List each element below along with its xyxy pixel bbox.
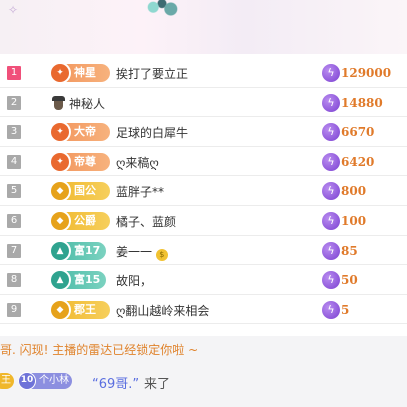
lightning-bolt-icon: ϟ	[322, 93, 340, 112]
ranking-row[interactable]: 9 ◆ 郡王 ღ翻山越岭来相会 ϟ5	[0, 295, 407, 325]
wealth-badge: ▲ 富15	[49, 269, 106, 292]
ranking-row[interactable]: 7 ▲ 富17 姜一一 $ ϟ 85	[0, 236, 407, 266]
rank-number: 8	[7, 273, 21, 288]
lightning-bolt-icon: ϟ	[322, 271, 340, 290]
score-value: 6420	[341, 154, 375, 169]
noble-badge-label: 神星	[74, 66, 96, 79]
lightning-bolt-icon: ϟ	[322, 123, 340, 142]
mascot-image	[140, 0, 184, 18]
score-value: 85	[341, 243, 358, 258]
user-name[interactable]: 故阳，	[116, 272, 152, 289]
rank-number: 4	[7, 154, 21, 169]
noble-badge: ✦ 神星	[49, 62, 110, 84]
crown-icon: ✦	[49, 62, 71, 84]
contribution-ranking-list: 1 ✦ 神星 挨打了要立正 ϟ 129000 2 神秘人 ϟ 14880 3 ✦ 大帝 …	[0, 58, 407, 325]
enter-text: 来了	[144, 377, 171, 392]
score: ϟ 100	[322, 211, 367, 230]
live-header-strip: ✧	[0, 0, 407, 54]
score-value: 5	[341, 302, 350, 317]
user-name[interactable]: 蓝胖子**	[116, 183, 164, 200]
ranking-row[interactable]: 6 ◆ 公爵 橘子、蓝颜 ϟ 100	[0, 206, 407, 236]
score: ϟ 50	[322, 271, 358, 290]
score-value: 800	[341, 184, 367, 199]
ranking-row[interactable]: 4 ✦ 帝尊 ღ来稿ღ ϟ 6420	[0, 147, 407, 177]
lightning-bolt-icon: ϟ	[322, 182, 340, 201]
user-name[interactable]: 姜一一 $	[116, 243, 168, 261]
diamond-icon: ◆	[49, 180, 71, 203]
ranking-row[interactable]: 3 ✦ 大帝 足球的白犀牛 ϟ 6670	[0, 117, 407, 147]
noble-badge-label: 国公	[74, 184, 96, 198]
noble-badge: ✦ 大帝	[49, 121, 110, 144]
score: ϟ5	[322, 300, 350, 319]
diamond-icon: ◆	[49, 209, 71, 232]
user-name[interactable]: ღ翻山越岭来相会	[116, 302, 209, 319]
crown-icon: ✦	[49, 150, 71, 173]
wealth-badge: ▲ 富17	[49, 239, 106, 262]
money-bag-icon: $	[155, 248, 168, 261]
noble-badge: ✦ 帝尊	[49, 150, 110, 173]
ranking-row[interactable]: 1 ✦ 神星 挨打了要立正 ϟ 129000	[0, 58, 407, 88]
lightning-bolt-icon: ϟ	[322, 300, 340, 319]
noble-badge: ◆ 公爵	[49, 209, 110, 232]
system-message: 哥. 闪现! 主播的雷达已经锁定你啦 ~	[0, 343, 199, 357]
spy-hat-icon	[52, 95, 65, 110]
lightning-bolt-icon: ϟ	[322, 211, 340, 230]
score: ϟ 129000	[322, 64, 391, 82]
wealth-icon: ▲	[49, 269, 71, 292]
sparkle-icon: ✧	[8, 3, 19, 17]
noble-badge: ◆ 郡王	[49, 298, 110, 321]
noble-badge: ◆ 国公	[49, 180, 110, 203]
noble-badge-label: 公爵	[74, 213, 96, 227]
score-value: 50	[341, 273, 358, 288]
wealth-badge-label: 富15	[74, 273, 101, 287]
rank-number: 2	[7, 95, 21, 110]
user-name[interactable]: 神秘人	[69, 95, 105, 112]
rank-number: 1	[7, 66, 21, 80]
ranking-row[interactable]: 8 ▲ 富15 故阳， ϟ 50	[0, 265, 407, 295]
user-name[interactable]: 足球的白犀牛	[116, 124, 188, 141]
chat-area: 哥. 闪现! 主播的雷达已经锁定你啦 ~ 王 10 个小林 “69哥.” 来了	[0, 336, 407, 407]
rank-number: 5	[7, 184, 21, 199]
rank-number: 3	[7, 125, 21, 140]
noble-badge-label: 大帝	[74, 125, 96, 139]
wealth-badge-label: 富17	[74, 243, 101, 257]
fan-club-badge[interactable]: 10 个小林	[18, 372, 72, 390]
diamond-icon: ◆	[49, 298, 71, 321]
ranking-row[interactable]: 2 神秘人 ϟ 14880	[0, 88, 407, 118]
score: ϟ 800	[322, 182, 367, 201]
user-name[interactable]: 橘子、蓝颜	[116, 213, 176, 230]
score: ϟ 6670	[322, 123, 375, 142]
fan-club-name: 个小林	[39, 375, 69, 386]
rank-number: 6	[7, 213, 21, 228]
noble-badge-label: 帝尊	[74, 154, 96, 168]
rank-number: 9	[7, 302, 21, 317]
score: ϟ 14880	[322, 93, 383, 112]
crown-icon: ✦	[49, 121, 71, 144]
score: ϟ 85	[322, 241, 358, 260]
score-value: 129000	[341, 66, 392, 80]
ranking-row[interactable]: 5 ◆ 国公 蓝胖子** ϟ 800	[0, 176, 407, 206]
fan-level: 10	[18, 372, 36, 390]
score-value: 6670	[341, 125, 375, 140]
score-value: 14880	[341, 95, 383, 110]
noble-badge-label: 郡王	[74, 302, 96, 316]
rank-number: 7	[7, 243, 21, 258]
wealth-icon: ▲	[49, 239, 71, 262]
score-value: 100	[341, 213, 367, 228]
lightning-bolt-icon: ϟ	[322, 152, 340, 171]
score: ϟ 6420	[322, 152, 375, 171]
noble-badge: 王	[0, 373, 14, 389]
user-name-text: 姜一一	[116, 244, 153, 259]
user-name[interactable]: 挨打了要立正	[116, 65, 188, 82]
lightning-bolt-icon: ϟ	[322, 241, 340, 260]
user-name[interactable]: “69哥.”	[92, 373, 139, 392]
user-name[interactable]: ღ来稿ღ	[116, 154, 159, 171]
lightning-bolt-icon: ϟ	[322, 64, 340, 82]
